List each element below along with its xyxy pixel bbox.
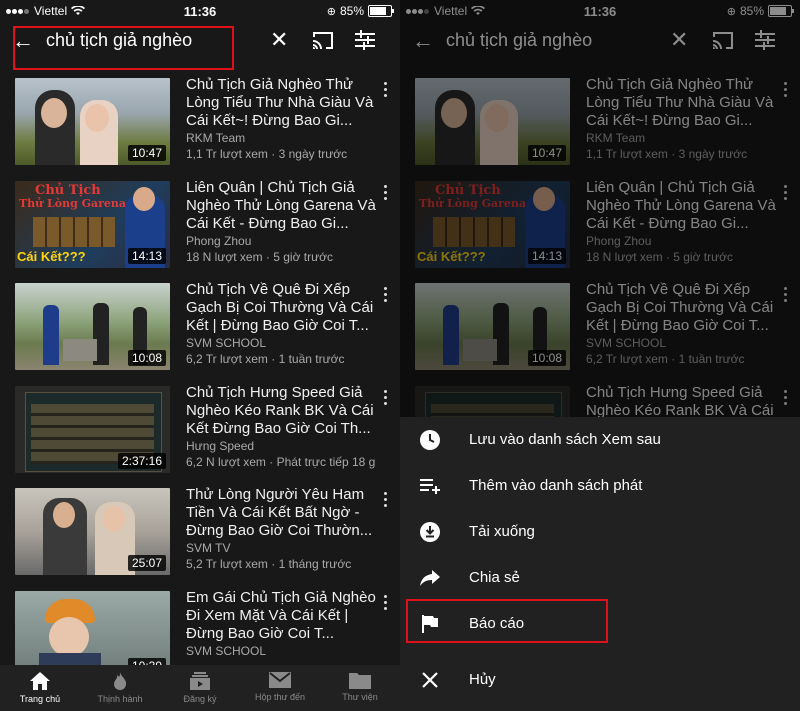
- nav-label: Hộp thư đến: [254, 692, 306, 702]
- clock-icon: [420, 430, 440, 450]
- channel-name: RKM Team: [186, 131, 246, 145]
- action-sheet: Lưu vào danh sách Xem sau Thêm vào danh …: [400, 417, 800, 711]
- rotation-lock-icon: ⊕: [326, 5, 336, 18]
- video-stats: 6,2 N lượt xem · Phát trực tiếp 18 g...: [186, 454, 376, 469]
- video-item[interactable]: 25:07 Thử Lòng Người Yêu Ham Tiền Và Cái…: [0, 480, 400, 583]
- menu-item-share[interactable]: Chia sẻ: [400, 555, 800, 601]
- video-item[interactable]: Chủ Tịch Thử Lòng Garena Cái Kết??? 14:1…: [0, 173, 400, 276]
- playlist-add-icon: [420, 479, 440, 494]
- channel-name: SVM TV: [186, 541, 231, 555]
- battery-percent: 85%: [339, 4, 364, 18]
- fire-icon: [114, 672, 127, 690]
- thumbnail-text: Thử Lòng Garena: [19, 196, 127, 210]
- nav-trending[interactable]: Thịnh hành: [80, 665, 160, 711]
- inbox-icon: [269, 672, 291, 688]
- video-title[interactable]: Thử Lòng Người Yêu Ham Tiền Và Cái Kết B…: [186, 486, 376, 540]
- video-stats: 5,2 Tr lượt xem · 1 tháng trước: [186, 557, 352, 571]
- video-thumbnail[interactable]: 25:07: [15, 488, 170, 575]
- nav-inbox[interactable]: Hộp thư đến: [240, 665, 320, 711]
- duration-badge: 2:37:16: [117, 452, 166, 469]
- video-stats: 18 N lượt xem · 5 giờ trước: [186, 249, 334, 264]
- duration-badge: 14:13: [127, 247, 166, 264]
- filter-icon[interactable]: [355, 30, 375, 50]
- video-item[interactable]: 10:47 Chủ Tịch Giả Nghèo Thử Lòng Tiểu T…: [0, 70, 400, 173]
- more-options-icon[interactable]: [384, 287, 388, 305]
- close-icon: [422, 672, 438, 688]
- highlight-search-box: [13, 26, 234, 70]
- subscriptions-icon: [190, 672, 210, 690]
- duration-badge: 25:07: [127, 555, 166, 571]
- channel-name: Phong Zhou: [186, 233, 252, 248]
- nav-label: Trang chủ: [19, 694, 61, 704]
- menu-label: Hủy: [469, 671, 496, 688]
- home-icon: [30, 672, 50, 690]
- video-title[interactable]: Chủ Tịch Về Quê Đi Xếp Gạch Bị Coi Thườn…: [186, 281, 376, 335]
- video-title[interactable]: Chủ Tịch Hưng Speed Giả Nghèo Kéo Rank B…: [186, 384, 376, 438]
- video-list: 10:47 Chủ Tịch Giả Nghèo Thử Lòng Tiểu T…: [0, 70, 400, 685]
- library-icon: [349, 673, 371, 689]
- menu-label: Thêm vào danh sách phát: [469, 477, 643, 494]
- menu-item-cancel[interactable]: Hủy: [400, 657, 800, 703]
- cast-icon[interactable]: [311, 31, 335, 50]
- thumbnail-text: Cái Kết???: [17, 248, 86, 264]
- more-options-icon[interactable]: [384, 184, 388, 203]
- nav-subscriptions[interactable]: Đăng ký: [160, 665, 240, 711]
- menu-item-download[interactable]: Tải xuống: [400, 509, 800, 555]
- channel-name: Hưng Speed: [186, 438, 255, 453]
- menu-label: Lưu vào danh sách Xem sau: [469, 431, 661, 448]
- menu-item-add-playlist[interactable]: Thêm vào danh sách phát: [400, 463, 800, 509]
- bottom-nav: Trang chủ Thịnh hành Đăng ký Hộp thư đến…: [0, 665, 400, 711]
- menu-item-watch-later[interactable]: Lưu vào danh sách Xem sau: [400, 417, 800, 463]
- left-screen: Viettel 11:36 ⊕ 85% ← chủ tịch giả nghèo…: [0, 0, 400, 711]
- video-thumbnail[interactable]: 10:08: [15, 283, 170, 370]
- nav-label: Đăng ký: [183, 694, 217, 704]
- video-title[interactable]: Chủ Tịch Giả Nghèo Thử Lòng Tiểu Thư Nhà…: [186, 76, 376, 130]
- highlight-report-item: [406, 599, 608, 643]
- video-title[interactable]: Em Gái Chủ Tịch Giả Nghèo Đi Xem Mặt Và …: [186, 589, 376, 643]
- duration-badge: 10:08: [127, 350, 166, 366]
- more-options-icon[interactable]: [384, 594, 388, 613]
- nav-label: Thư viện: [342, 692, 378, 702]
- status-bar: Viettel 11:36 ⊕ 85%: [0, 0, 400, 22]
- nav-label: Thịnh hành: [97, 694, 143, 704]
- more-options-icon[interactable]: [384, 492, 388, 510]
- nav-library[interactable]: Thư viện: [320, 665, 400, 711]
- video-thumbnail[interactable]: 2:37:16: [15, 385, 170, 473]
- share-icon: [420, 570, 440, 586]
- video-title[interactable]: Liên Quân | Chủ Tịch Giả Nghèo Thử Lòng …: [186, 179, 376, 233]
- channel-name: SVM SCHOOL: [186, 643, 267, 658]
- menu-label: Chia sẻ: [469, 569, 520, 586]
- more-options-icon[interactable]: [384, 389, 388, 408]
- video-item[interactable]: 10:08 Chủ Tịch Về Quê Đi Xếp Gạch Bị Coi…: [0, 275, 400, 378]
- nav-home[interactable]: Trang chủ: [0, 665, 80, 711]
- video-item[interactable]: 2:37:16 Chủ Tịch Hưng Speed Giả Nghèo Ké…: [0, 378, 400, 481]
- video-thumbnail[interactable]: Chủ Tịch Thử Lòng Garena Cái Kết??? 14:1…: [15, 180, 170, 268]
- video-stats: 1,1 Tr lượt xem · 3 ngày trước: [186, 147, 348, 161]
- video-thumbnail[interactable]: 10:47: [15, 78, 170, 165]
- more-options-icon[interactable]: [384, 82, 388, 100]
- battery-icon: [368, 5, 394, 17]
- download-icon: [420, 522, 440, 542]
- duration-badge: 10:47: [127, 145, 166, 161]
- menu-label: Tải xuống: [469, 523, 535, 540]
- channel-name: SVM SCHOOL: [186, 336, 267, 350]
- video-stats: 6,2 Tr lượt xem · 1 tuần trước: [186, 352, 345, 366]
- clear-search-icon[interactable]: ✕: [270, 27, 288, 53]
- thumbnail-text: Chủ Tịch: [35, 182, 101, 198]
